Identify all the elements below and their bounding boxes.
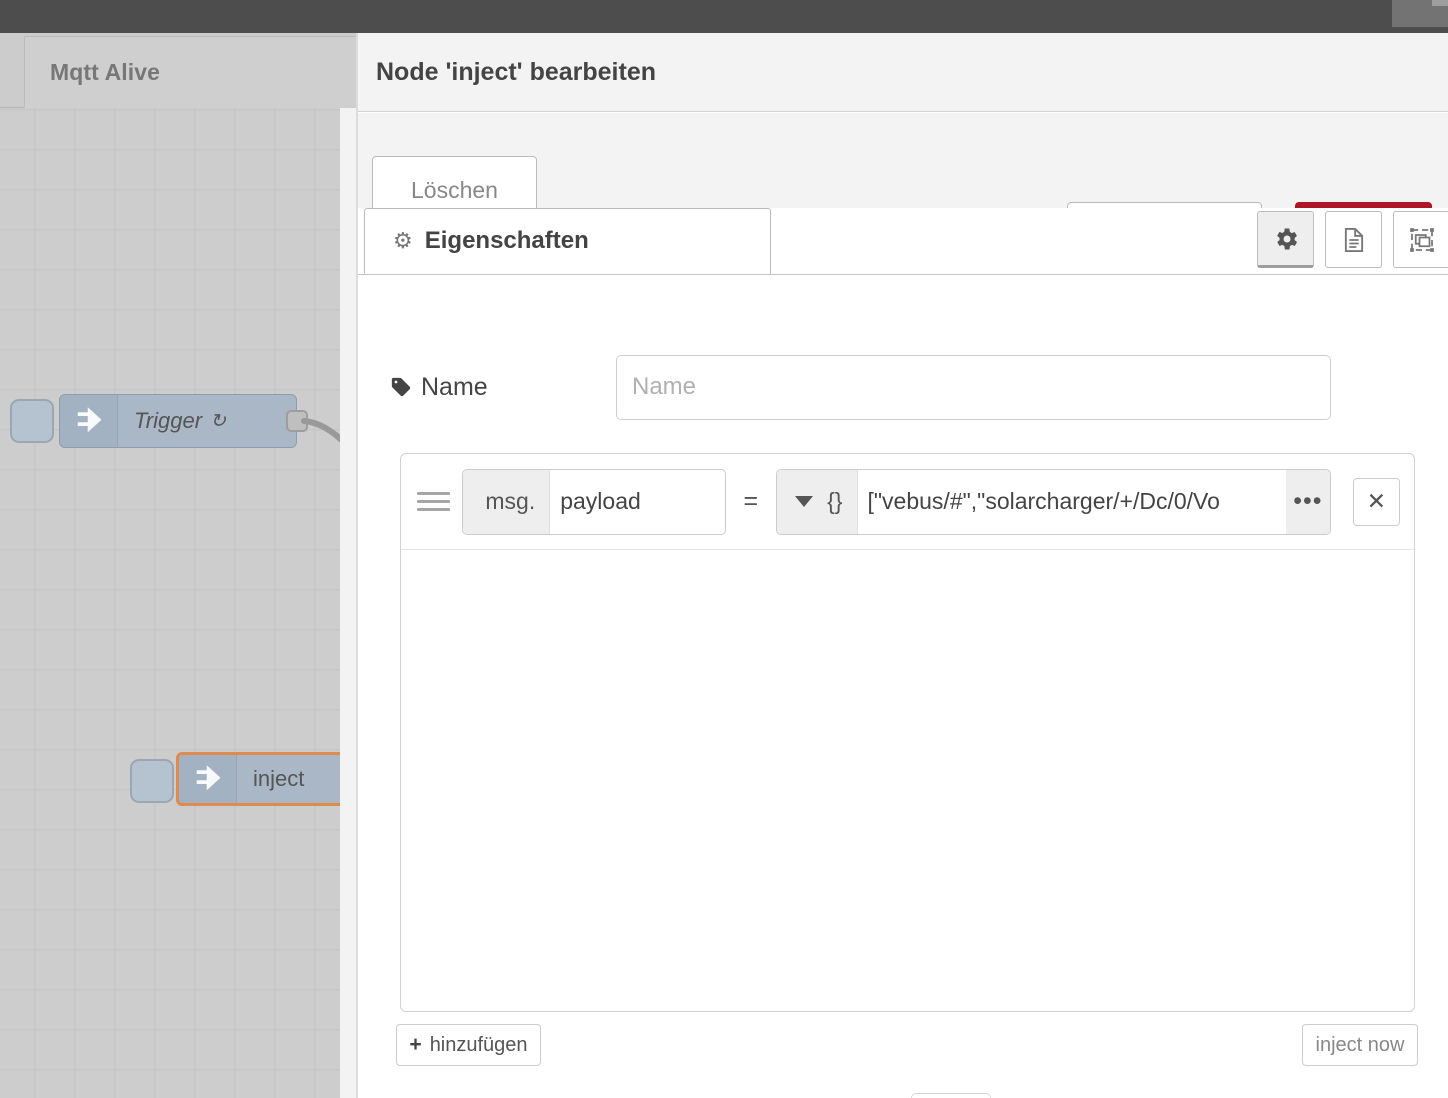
flow-node-trigger-label: Trigger ↻ [118,395,242,447]
inject-delay-input[interactable] [911,1092,992,1098]
flow-node-inject[interactable]: inject [176,752,356,806]
node-edit-dialog: Node 'inject' bearbeiten Löschen Abbrech… [358,33,1448,1098]
gear-icon-button[interactable] [1257,211,1314,268]
value-field[interactable]: {} ["vebus/#","solarcharger/+/Dc/0/Vo ••… [776,468,1331,535]
remove-property-button[interactable]: ✕ [1352,477,1400,526]
msg-property-input[interactable]: payload [550,470,724,534]
properties-list: msg. payload = {} ["vebus/#","solarcharg… [400,453,1415,1012]
tab-properties[interactable]: ⚙ Eigenschaften [364,208,771,274]
description-icon-button[interactable] [1325,211,1382,268]
msg-prefix-label: msg. [463,469,551,534]
tab-properties-label: Eigenschaften [424,227,589,254]
flow-tab-label: Mqtt Alive [50,59,161,85]
inject-node-input-port[interactable] [130,759,174,803]
dialog-form: Name msg. payload = [358,276,1448,1098]
topbar-right-cap [1432,0,1448,6]
add-property-button[interactable]: + hinzufügen [396,1024,541,1066]
flow-tab-mqtt-alive[interactable]: Mqtt Alive [24,36,358,108]
gear-icon: ⚙ [393,228,413,253]
equals-sign: = [743,487,759,515]
value-type-selector[interactable]: {} [777,469,858,534]
flow-workspace[interactable]: Mqtt Alive Trigger ↻ inject [0,33,358,1098]
name-row: Name [390,351,1420,423]
inject-arrow-icon [60,395,118,447]
name-input[interactable] [616,354,1331,420]
msg-property-field[interactable]: msg. payload [462,468,726,535]
flow-canvas[interactable]: Trigger ↻ inject [0,108,358,1098]
drag-handle-icon[interactable] [417,492,451,511]
inject-arrow-icon [179,755,237,803]
inject-once-row: Einmal injizieren nach Sekunden, danach [358,1086,1448,1098]
add-property-label: hinzufügen [429,1033,528,1056]
plus-icon: + [409,1033,422,1056]
app-topbar [0,0,1448,33]
trigger-label-text: Trigger [134,408,203,433]
tag-icon [390,376,412,398]
chevron-down-icon [795,496,814,507]
json-type-icon: {} [827,488,843,514]
value-input[interactable]: ["vebus/#","solarcharger/+/Dc/0/Vo [858,470,1286,534]
name-label: Name [421,372,488,401]
app-root: Mqtt Alive Trigger ↻ inject Node 'inject… [0,0,1448,1098]
inject-label-text: inject [253,766,305,791]
value-expand-button[interactable]: ••• [1285,469,1330,534]
property-row: msg. payload = {} ["vebus/#","solarcharg… [401,454,1414,550]
inject-now-button[interactable]: inject now [1302,1024,1418,1066]
trigger-node-input-port[interactable] [10,399,54,443]
repeat-icon: ↻ [210,410,226,432]
dialog-header: Node 'inject' bearbeiten [358,33,1448,112]
flow-tabbar: Mqtt Alive [0,33,358,108]
appearance-icon-button[interactable] [1393,211,1448,268]
flow-node-inject-label: inject [237,755,320,803]
dialog-tabstrip: ⚙ Eigenschaften [358,208,1448,275]
dialog-title: Node 'inject' bearbeiten [376,57,657,86]
trigger-node-output-port[interactable] [286,410,308,432]
flow-node-trigger[interactable]: Trigger ↻ [59,394,297,448]
